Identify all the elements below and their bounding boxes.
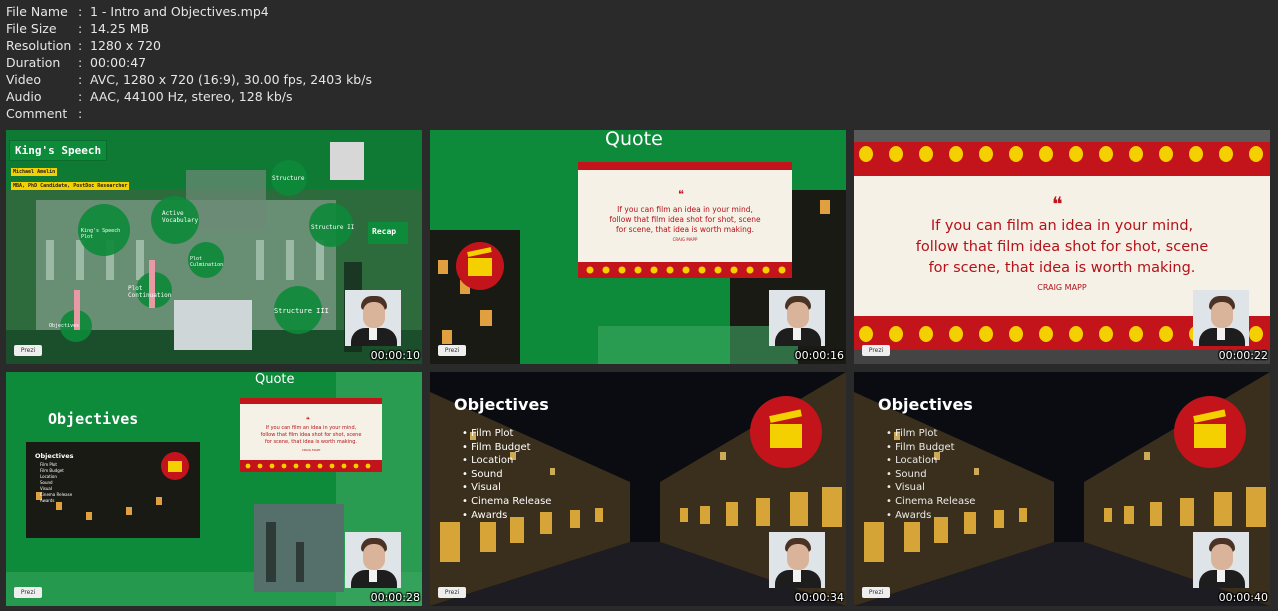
info-row-file-name: File Name:1 - Intro and Objectives.mp4	[6, 4, 269, 19]
slide-title-kings-speech: King's Speech	[9, 140, 108, 161]
objectives-list: • Film Plot • Film Budget • Location • S…	[462, 428, 552, 521]
quote-author: CRAIG MAPP	[301, 448, 321, 452]
quote-mark: ❝	[306, 416, 310, 424]
objectives-mini-title: Objectives	[35, 452, 74, 460]
quote-text: If you can film an idea in your mind, fo…	[260, 425, 362, 445]
thumbnail-2[interactable]: Quote ❝ If you can film an idea in your …	[430, 130, 846, 364]
info-row-resolution: Resolution:1280 x 720	[6, 38, 162, 53]
quote-text: If you can film an idea in your mind, fo…	[915, 218, 1209, 276]
info-row-audio: Audio: AAC, 44100 Hz, stereo, 128 kb/s	[6, 89, 293, 104]
quote-heading: Quote	[605, 130, 663, 150]
thumbnail-6[interactable]: Objectives • Film Plot • Film Budget • L…	[854, 372, 1270, 606]
prezi-logo: Prezi	[14, 587, 42, 598]
quote-author: CRAIG MAPP	[672, 237, 698, 242]
prezi-logo: Prezi	[438, 587, 466, 598]
node-objectives: Objectives	[49, 323, 80, 329]
info-row-comment: Comment:	[6, 106, 83, 121]
node-kings-speech-plot: King's Speech Plot	[81, 228, 121, 240]
prezi-logo: Prezi	[862, 587, 890, 598]
author-credentials: MBA, PhD Candidate, PostDoc Researcher	[11, 182, 130, 190]
thumbnail-grid: King's Speech Michael Amelin MBA, PhD Ca…	[6, 130, 1272, 607]
node-plot-continuation: Plot Continuation	[128, 285, 172, 299]
timestamp-3: 00:00:22	[1218, 349, 1268, 362]
prezi-logo: Prezi	[14, 345, 42, 356]
file-info: File Name:1 - Intro and Objectives.mp4 F…	[6, 3, 372, 122]
timestamp-2: 00:00:16	[794, 349, 844, 362]
presenter-webcam	[769, 290, 825, 346]
quote-text: If you can film an idea in your mind, fo…	[609, 205, 761, 234]
objectives-mini-list: Film Plot Film Budget Location Sound Vis…	[40, 462, 73, 503]
prezi-logo: Prezi	[438, 345, 466, 356]
quote-heading: Quote	[255, 372, 295, 387]
node-structure: Structure	[272, 175, 305, 182]
thumbnail-1[interactable]: King's Speech Michael Amelin MBA, PhD Ca…	[6, 130, 422, 364]
presenter-webcam	[345, 290, 401, 346]
prezi-logo: Prezi	[862, 345, 890, 356]
objectives-heading: Objectives	[454, 395, 549, 414]
node-structure-iii: Structure III	[274, 307, 329, 315]
info-row-duration: Duration:00:00:47	[6, 55, 147, 70]
node-active-vocabulary: Active Vocabulary	[162, 210, 199, 224]
timestamp-6: 00:00:40	[1218, 591, 1268, 604]
author-name: Michael Amelin	[11, 168, 58, 176]
presenter-webcam	[1193, 290, 1249, 346]
presenter-webcam	[1193, 532, 1249, 588]
thumbnail-3[interactable]: ❝ If you can film an idea in your mind, …	[854, 130, 1270, 364]
thumbnail-4[interactable]: Quote Objectives Objectives Film Plot Fi…	[6, 372, 422, 606]
info-row-video: Video: AVC, 1280 x 720 (16:9), 30.00 fps,…	[6, 72, 372, 87]
quote-mark: ❝	[678, 188, 684, 201]
objectives-heading: Objectives	[48, 410, 139, 428]
timestamp-1: 00:00:10	[370, 349, 420, 362]
info-row-file-size: File Size:14.25 MB	[6, 21, 150, 36]
objectives-list: • Film Plot • Film Budget • Location • S…	[886, 428, 976, 521]
timestamp-5: 00:00:34	[794, 591, 844, 604]
objectives-heading: Objectives	[878, 395, 973, 414]
presenter-webcam	[345, 532, 401, 588]
thumbnail-5[interactable]: Objectives • Film Plot • Film Budget • L…	[430, 372, 846, 606]
node-structure-ii: Structure II	[311, 224, 355, 231]
node-recap: Recap	[372, 227, 397, 236]
node-plot-culmination: Plot Culmination	[190, 256, 224, 268]
quote-mark: ❝	[1052, 192, 1063, 216]
presenter-webcam	[769, 532, 825, 588]
timestamp-4: 00:00:28	[370, 591, 420, 604]
